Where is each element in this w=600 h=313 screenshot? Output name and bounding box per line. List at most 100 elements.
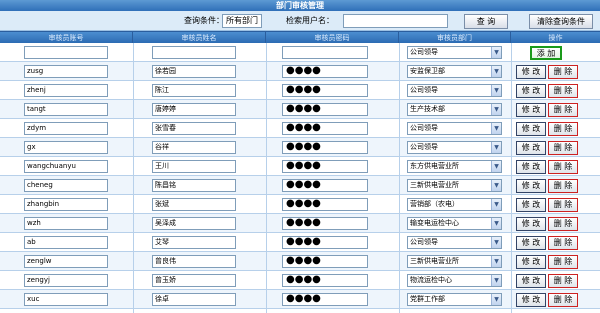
password-input[interactable]: ●●●● xyxy=(282,236,368,249)
edit-button[interactable]: 修 改 xyxy=(516,84,546,98)
department-select[interactable]: 营销部（农电） ▼ xyxy=(407,198,502,211)
password-input[interactable]: ●●●● xyxy=(282,84,368,97)
edit-button[interactable]: 修 改 xyxy=(516,160,546,174)
name-input[interactable]: 徐卓 xyxy=(152,293,236,306)
account-input[interactable]: ab xyxy=(24,236,108,249)
password-input[interactable]: ●●●● xyxy=(282,103,368,116)
edit-button[interactable]: 修 改 xyxy=(516,274,546,288)
password-input[interactable]: ●●●● xyxy=(282,217,368,230)
department-select[interactable]: 三新供电营业所 ▼ xyxy=(407,255,502,268)
name-input[interactable]: 陈昌铭 xyxy=(152,179,236,192)
name-input[interactable]: 徐若园 xyxy=(152,65,236,78)
account-input[interactable]: xuc xyxy=(24,293,108,306)
password-input[interactable]: ●●●● xyxy=(282,293,368,306)
table-row: zhenj 陈江 ●●●● 公司领导 ▼ 修 改删 除 xyxy=(0,81,600,100)
edit-button[interactable]: 修 改 xyxy=(516,236,546,250)
name-input[interactable]: 陈江 xyxy=(152,84,236,97)
name-input[interactable]: 曾良伟 xyxy=(152,255,236,268)
account-input[interactable]: tangt xyxy=(24,103,108,116)
user-search-label: 检索用户名： xyxy=(286,16,334,25)
search-button[interactable]: 查 询 xyxy=(464,14,508,29)
department-select[interactable]: 输变电运检中心 ▼ xyxy=(407,217,502,230)
delete-button[interactable]: 删 除 xyxy=(548,293,578,307)
edit-button[interactable]: 修 改 xyxy=(516,122,546,136)
table-row: zusg 徐若园 ●●●● 安监保卫部 ▼ 修 改删 除 xyxy=(0,62,600,81)
department-select[interactable]: 公司领导 ▼ xyxy=(407,141,502,154)
add-button[interactable]: 添 加 xyxy=(530,46,562,60)
password-input[interactable]: ●●●● xyxy=(282,65,368,78)
name-input[interactable]: 吴泽成 xyxy=(152,217,236,230)
password-input[interactable]: ●●●● xyxy=(282,255,368,268)
department-filter-select[interactable]: 所有部门 xyxy=(222,14,262,28)
password-input[interactable]: ●●●● xyxy=(282,198,368,211)
chevron-down-icon: ▼ xyxy=(491,275,501,286)
department-value: 安监保卫部 xyxy=(410,67,445,75)
account-input[interactable] xyxy=(24,46,108,59)
edit-button[interactable]: 修 改 xyxy=(516,198,546,212)
password-input[interactable]: ●●●● xyxy=(282,179,368,192)
delete-button[interactable]: 删 除 xyxy=(548,84,578,98)
department-value: 公司领导 xyxy=(410,86,438,94)
clear-query-button[interactable]: 清除查询条件 xyxy=(529,14,593,29)
table-row: zenglw 曾良伟 ●●●● 三新供电营业所 ▼ 修 改删 除 xyxy=(0,252,600,271)
department-select[interactable]: 公司领导 ▼ xyxy=(407,84,502,97)
delete-button[interactable]: 删 除 xyxy=(548,255,578,269)
delete-button[interactable]: 删 除 xyxy=(548,179,578,193)
delete-button[interactable]: 删 除 xyxy=(548,141,578,155)
department-select[interactable]: 物流运检中心 ▼ xyxy=(407,274,502,287)
department-value: 三新供电营业所 xyxy=(410,181,459,189)
chevron-down-icon: ▼ xyxy=(491,237,501,248)
edit-button[interactable]: 修 改 xyxy=(516,293,546,307)
delete-button[interactable]: 删 除 xyxy=(548,122,578,136)
account-input[interactable]: zusg xyxy=(24,65,108,78)
department-select[interactable]: 安监保卫部 ▼ xyxy=(407,65,502,78)
name-input[interactable]: 唐婷婷 xyxy=(152,103,236,116)
table-row: wzh 吴泽成 ●●●● 输变电运检中心 ▼ 修 改删 除 xyxy=(0,214,600,233)
delete-button[interactable]: 删 除 xyxy=(548,160,578,174)
account-input[interactable]: wzh xyxy=(24,217,108,230)
account-input[interactable]: zhenj xyxy=(24,84,108,97)
account-input[interactable]: zdym xyxy=(24,122,108,135)
name-input[interactable]: 谷祥 xyxy=(152,141,236,154)
department-select[interactable]: 东方供电营业所 ▼ xyxy=(407,160,502,173)
edit-button[interactable]: 修 改 xyxy=(516,217,546,231)
account-input[interactable]: cheneg xyxy=(24,179,108,192)
account-input[interactable]: zenglw xyxy=(24,255,108,268)
account-input[interactable]: gx xyxy=(24,141,108,154)
table-row: zdym 张雪春 ●●●● 公司领导 ▼ 修 改删 除 xyxy=(0,119,600,138)
name-input[interactable]: 曾玉娇 xyxy=(152,274,236,287)
name-input[interactable]: 王川 xyxy=(152,160,236,173)
password-input[interactable]: ●●●● xyxy=(282,141,368,154)
department-select[interactable]: 生产技术部 ▼ xyxy=(407,103,502,116)
edit-button[interactable]: 修 改 xyxy=(516,141,546,155)
account-input[interactable]: zhangbin xyxy=(24,198,108,211)
edit-button[interactable]: 修 改 xyxy=(516,179,546,193)
delete-button[interactable]: 删 除 xyxy=(548,65,578,79)
name-input[interactable]: 张雪春 xyxy=(152,122,236,135)
department-select[interactable]: 公司领导 ▼ xyxy=(407,46,502,59)
name-input[interactable]: 张斌 xyxy=(152,198,236,211)
edit-button[interactable]: 修 改 xyxy=(516,103,546,117)
edit-button[interactable]: 修 改 xyxy=(516,65,546,79)
department-select[interactable]: 公司领导 ▼ xyxy=(407,122,502,135)
delete-button[interactable]: 删 除 xyxy=(548,217,578,231)
department-value: 生产技术部 xyxy=(410,105,445,113)
department-select[interactable]: 党群工作部 ▼ xyxy=(407,293,502,306)
delete-button[interactable]: 删 除 xyxy=(548,103,578,117)
password-input[interactable] xyxy=(282,46,368,59)
department-value: 党群工作部 xyxy=(410,295,445,303)
delete-button[interactable]: 删 除 xyxy=(548,198,578,212)
name-input[interactable]: 艾琴 xyxy=(152,236,236,249)
delete-button[interactable]: 删 除 xyxy=(548,236,578,250)
user-search-input[interactable] xyxy=(343,14,448,28)
account-input[interactable]: wangchuanyu xyxy=(24,160,108,173)
department-select[interactable]: 三新供电营业所 ▼ xyxy=(407,179,502,192)
department-select[interactable]: 公司领导 ▼ xyxy=(407,236,502,249)
password-input[interactable]: ●●●● xyxy=(282,274,368,287)
account-input[interactable]: zengyj xyxy=(24,274,108,287)
password-input[interactable]: ●●●● xyxy=(282,122,368,135)
edit-button[interactable]: 修 改 xyxy=(516,255,546,269)
password-input[interactable]: ●●●● xyxy=(282,160,368,173)
name-input[interactable] xyxy=(152,46,236,59)
delete-button[interactable]: 删 除 xyxy=(548,274,578,288)
